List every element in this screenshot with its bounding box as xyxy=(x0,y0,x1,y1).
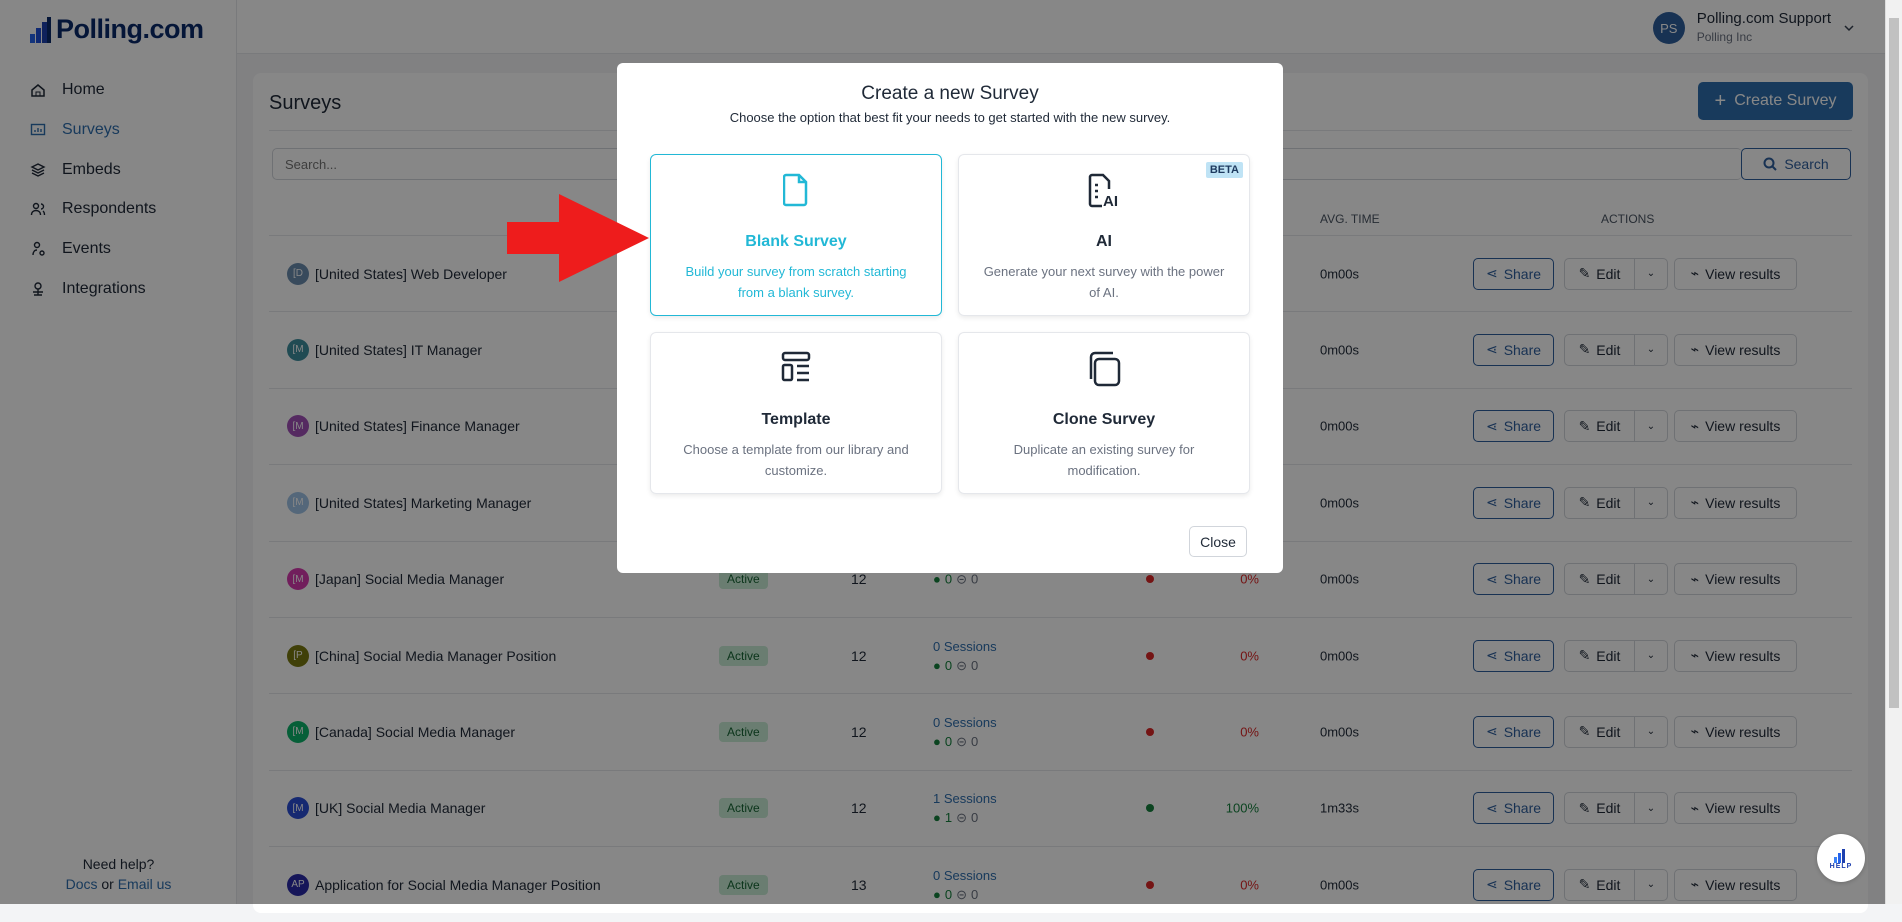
option-template[interactable]: Template Choose a template from our libr… xyxy=(650,332,942,494)
option-blank-survey[interactable]: Blank Survey Build your survey from scra… xyxy=(650,154,942,316)
help-button[interactable]: HELP xyxy=(1817,834,1865,882)
create-survey-modal: Create a new Survey Choose the option th… xyxy=(617,63,1283,573)
option-title: AI xyxy=(1096,233,1112,250)
logo-icon xyxy=(1834,848,1845,863)
option-ai[interactable]: BETA AI AI Generate your next survey wit… xyxy=(958,154,1250,316)
option-desc: Choose a template from our library and c… xyxy=(683,442,909,478)
option-desc: Generate your next survey with the power… xyxy=(983,264,1225,300)
red-arrow-annotation xyxy=(507,194,649,282)
modal-title: Create a new Survey xyxy=(861,83,1039,104)
svg-text:AI: AI xyxy=(1103,193,1118,209)
option-title: Clone Survey xyxy=(1052,411,1156,428)
option-desc: Duplicate an existing survey for modific… xyxy=(1013,442,1195,478)
copy-icon xyxy=(1089,351,1121,387)
scrollbar-thumb[interactable] xyxy=(1889,18,1899,708)
template-icon xyxy=(781,351,811,382)
ai-file-icon: AI xyxy=(1088,173,1118,209)
option-desc: Build your survey from scratch starting … xyxy=(685,264,907,300)
scrollbar[interactable] xyxy=(1885,0,1902,904)
help-label: HELP xyxy=(1829,862,1853,870)
close-button[interactable]: Close xyxy=(1189,526,1247,557)
modal-subtitle: Choose the option that best fit your nee… xyxy=(729,110,1171,125)
option-title: Template xyxy=(761,411,831,428)
beta-badge: BETA xyxy=(1205,162,1243,178)
file-icon xyxy=(783,173,808,207)
option-clone-survey[interactable]: Clone Survey Duplicate an existing surve… xyxy=(958,332,1250,494)
option-title: Blank Survey xyxy=(745,233,847,250)
